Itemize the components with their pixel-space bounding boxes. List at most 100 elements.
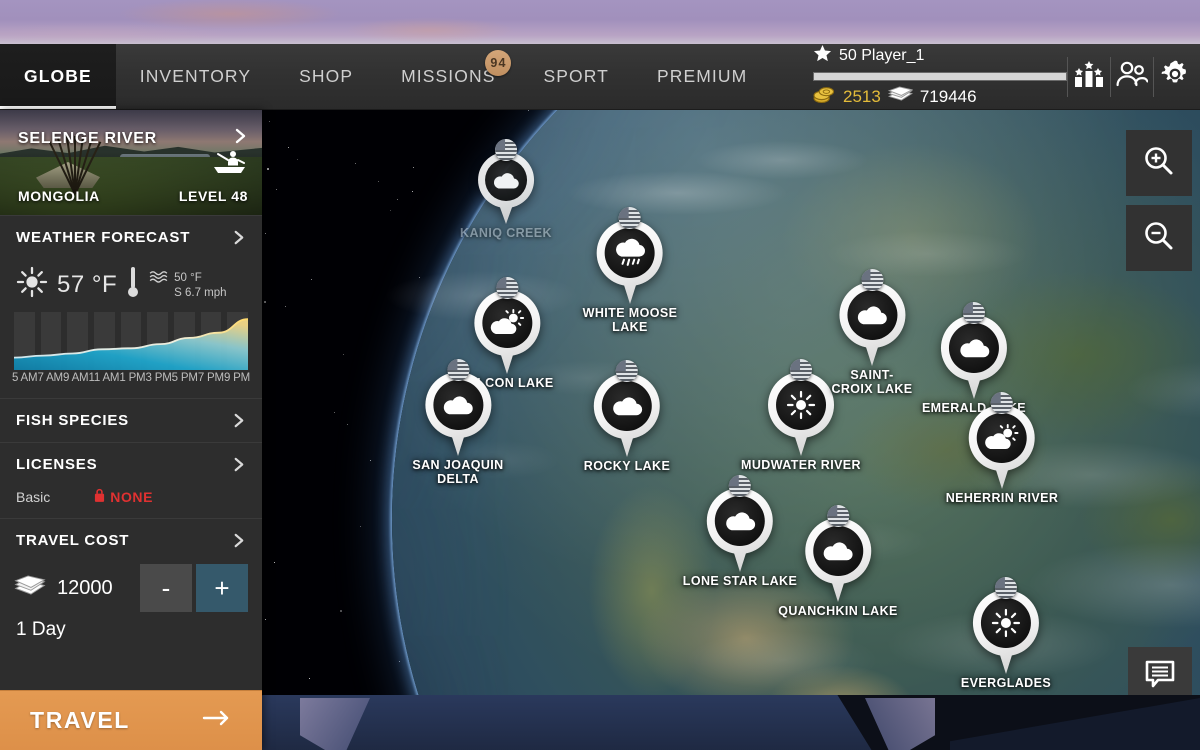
map-marker-label: EVERGLADES [961,676,1051,690]
star-icon [813,44,832,68]
map-pin[interactable] [969,405,1035,489]
chart-tick-label: 3 PM [146,372,172,384]
decrease-days-button[interactable]: - [140,564,192,612]
nav-item-inventory[interactable]: INVENTORY [116,44,275,109]
zoom-controls [1126,130,1192,280]
map-marker[interactable]: EVERGLADES [961,590,1051,690]
money-stack-icon [14,575,46,602]
nav-item-label: SHOP [299,66,353,87]
nav-item-shop[interactable]: SHOP [275,44,377,109]
main-nav: GLOBEINVENTORYSHOPMISSIONS94SPORTPREMIUM [0,44,771,109]
location-name: SELENGE RIVER [18,130,157,148]
country-flag-icon [991,392,1013,414]
map-marker[interactable]: KANIQ CREEK [460,152,552,240]
map-marker[interactable]: SAINT- CROIX LAKE [831,282,912,396]
weather-partly-cloudy-icon [977,413,1027,463]
nav-item-sport[interactable]: SPORT [519,44,632,109]
country-flag-icon [963,302,985,324]
country-flag-icon [995,577,1017,599]
chart-tick-label: 7 PM [198,372,224,384]
nav-item-missions[interactable]: MISSIONS94 [377,44,519,109]
travel-cost-row: 12000 - + [0,566,262,610]
leaderboard-button[interactable] [1068,55,1110,99]
scene-shape-accent-right [865,698,935,750]
location-country: MONGOLIA [18,188,100,204]
current-location-card[interactable]: SELENGE RIVER MONGOLIA LEVEL 48 [0,110,262,215]
player-identity-row: 50 Player_1 [813,44,1067,68]
chart-tick-label: 5 AM [12,372,37,384]
nav-item-globe[interactable]: GLOBE [0,44,116,109]
location-card-chevron[interactable] [232,128,248,144]
travel-button-label: TRAVEL [30,707,130,734]
weather-cloud-icon [602,381,652,431]
fish-species-header[interactable]: FISH SPECIES [0,398,262,442]
zoom-out-icon [1142,219,1176,258]
country-flag-icon [729,475,751,497]
map-pin[interactable] [941,315,1007,399]
weather-cloud-icon [715,496,765,546]
top-navigation-bar: GLOBEINVENTORYSHOPMISSIONS94SPORTPREMIUM… [0,44,1200,110]
settings-button[interactable] [1154,55,1196,99]
map-pin[interactable] [478,152,534,224]
map-marker-label: SAINT- CROIX LAKE [831,368,912,396]
map-pin[interactable] [707,488,773,572]
map-pin[interactable] [973,590,1039,674]
weather-rain-icon [605,228,655,278]
location-info-panel: SELENGE RIVER MONGOLIA LEVEL 48 WEATHER … [0,110,262,750]
map-marker-label: KANIQ CREEK [460,226,552,240]
zoom-out-button[interactable] [1126,205,1192,271]
zoom-in-button[interactable] [1126,130,1192,196]
water-temp-row: 50 °F [149,270,226,286]
map-marker-label: QUANCHKIN LAKE [778,604,898,618]
weather-cloud-icon [949,323,999,373]
map-pin[interactable] [805,518,871,602]
chevron-right-icon [231,457,246,472]
travel-cost-label: TRAVEL COST [16,532,129,549]
chevron-right-icon [231,230,246,245]
map-pin[interactable] [594,373,660,457]
friends-button[interactable] [1111,55,1153,99]
map-pin[interactable] [597,220,663,304]
map-pin[interactable] [768,372,834,456]
globe-map[interactable]: KANIQ CREEKWHITE MOOSE LAKEFALCON LAKESA… [262,110,1200,715]
wind-row: S 6.7 mph [149,287,226,299]
map-marker[interactable]: QUANCHKIN LAKE [778,518,898,618]
travel-duration: 1 Day [0,610,262,650]
map-marker-label: ROCKY LAKE [584,459,670,473]
map-marker[interactable]: SAN JOAQUIN DELTA [412,372,503,486]
chart-tick-label: 7 AM [38,372,63,384]
travel-cost-header[interactable]: TRAVEL COST [0,518,262,562]
weather-cloud-icon [485,159,527,201]
leaderboard-icon [1074,60,1104,93]
air-temperature: 57 °F [57,271,117,299]
weather-forecast-header[interactable]: WEATHER FORECAST [0,215,262,259]
licenses-header[interactable]: LICENSES [0,442,262,486]
chat-bubble-icon [1144,660,1176,695]
background-sky [0,0,1200,44]
map-pin[interactable] [474,290,540,374]
license-status: NONE [94,488,153,506]
duration-stepper: - + [140,564,248,612]
map-marker[interactable]: WHITE MOOSE LAKE [583,220,678,334]
weather-cloud-icon [433,380,483,430]
scene-shape-right [950,698,1200,750]
map-pin[interactable] [425,372,491,456]
map-pin[interactable] [839,282,905,366]
arrow-right-icon [202,709,232,732]
xp-progress-bar [813,72,1067,81]
weather-partly-cloudy-icon [482,298,532,348]
country-flag-icon [827,505,849,527]
missions-badge-count: 94 [485,50,511,76]
travel-button[interactable]: TRAVEL [0,690,262,750]
map-marker[interactable]: ROCKY LAKE [584,373,670,473]
nav-item-label: MISSIONS [401,66,495,87]
map-marker-label: NEHERRIN RIVER [946,491,1059,505]
map-marker[interactable]: NEHERRIN RIVER [946,405,1059,505]
nav-item-label: PREMIUM [657,66,747,87]
chart-tick-label: 11 AM [89,372,120,384]
player-panel: 50 Player_1 2513 [813,44,1200,109]
travel-section: 12000 - + 1 Day [0,562,262,650]
increase-days-button[interactable]: + [196,564,248,612]
nav-item-premium[interactable]: PREMIUM [633,44,771,109]
license-type: Basic [16,489,50,505]
